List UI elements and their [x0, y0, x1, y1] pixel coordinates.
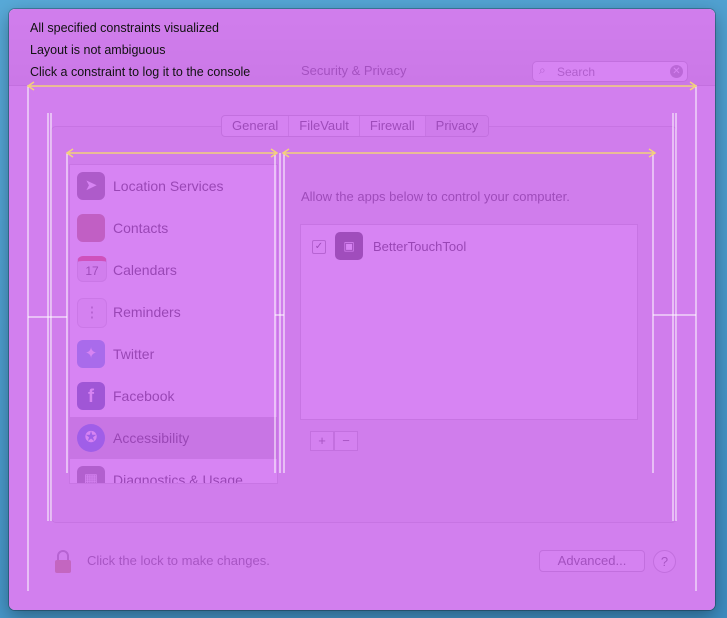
window: Security & Privacy ⌕ ✕ General FileVault… — [9, 9, 715, 610]
privacy-detail-panel: Allow the apps below to control your com… — [291, 164, 661, 482]
app-name: BetterTouchTool — [373, 239, 467, 254]
tab-filevault[interactable]: FileVault — [289, 116, 360, 136]
lock-icon[interactable] — [53, 550, 73, 574]
remove-app-button[interactable]: − — [334, 431, 358, 451]
tab-firewall[interactable]: Firewall — [360, 116, 426, 136]
lock-instruction: Click the lock to make changes. — [87, 553, 270, 568]
apps-list[interactable]: ✓ ▣ BetterTouchTool — [300, 224, 638, 420]
add-remove-controls: + − — [310, 431, 358, 451]
search-icon: ⌕ — [539, 63, 546, 77]
sidebar-item-label: Location Services — [113, 178, 224, 194]
sidebar-item-label: Twitter — [113, 346, 155, 362]
sidebar-item-twitter[interactable]: ✦ Twitter — [70, 333, 277, 375]
help-button[interactable]: ? — [653, 550, 676, 573]
sidebar-item-label: Facebook — [113, 388, 175, 404]
sidebar-item-location-services[interactable]: ➤ Location Services — [70, 165, 277, 207]
privacy-category-list[interactable]: ➤ Location Services Contacts 17 Calendar… — [69, 164, 278, 484]
allow-apps-description: Allow the apps below to control your com… — [301, 189, 570, 204]
constraints-visualized-message: All specified constraints visualized — [30, 21, 219, 35]
location-arrow-icon: ➤ — [77, 172, 105, 200]
app-enabled-checkbox[interactable]: ✓ — [312, 240, 326, 254]
sidebar-item-label: Accessibility — [113, 430, 190, 446]
sidebar-item-reminders[interactable]: ⋮ Reminders — [70, 291, 277, 333]
clear-search-icon[interactable]: ✕ — [670, 65, 683, 78]
reminders-icon: ⋮ — [77, 298, 107, 328]
add-app-button[interactable]: + — [310, 431, 334, 451]
sidebar-item-label: Diagnostics & Usage — [113, 472, 243, 484]
advanced-button[interactable]: Advanced... — [539, 550, 645, 572]
facebook-icon: f — [77, 382, 105, 410]
calendar-icon: 17 — [77, 256, 107, 282]
sidebar-item-diagnostics-usage[interactable]: ▦ Diagnostics & Usage — [70, 459, 277, 484]
tab-privacy[interactable]: Privacy — [425, 116, 489, 136]
search-input[interactable] — [555, 63, 667, 80]
sidebar-item-calendars[interactable]: 17 Calendars — [70, 249, 277, 291]
sidebar-item-label: Contacts — [113, 220, 169, 236]
list-item[interactable]: ✓ ▣ BetterTouchTool — [301, 231, 637, 261]
sidebar-item-label: Calendars — [113, 262, 177, 278]
search-field[interactable]: ⌕ ✕ — [532, 61, 688, 82]
bettertouchtool-icon: ▣ — [335, 232, 363, 260]
diagnostics-icon: ▦ — [77, 466, 105, 483]
window-title: Security & Privacy — [301, 63, 407, 78]
tab-bar: General FileVault Firewall Privacy — [221, 115, 490, 137]
constraint-messages: All specified constraints visualized Lay… — [30, 21, 250, 87]
contacts-book-icon — [77, 214, 105, 242]
sidebar-item-contacts[interactable]: Contacts — [70, 207, 277, 249]
sidebar-item-facebook[interactable]: f Facebook — [70, 375, 277, 417]
twitter-bird-icon: ✦ — [77, 340, 105, 368]
tab-general[interactable]: General — [222, 116, 290, 136]
sidebar-item-label: Reminders — [113, 304, 181, 320]
layout-ambiguity-message: Layout is not ambiguous — [30, 43, 166, 57]
log-constraint-message[interactable]: Click a constraint to log it to the cons… — [30, 65, 250, 87]
accessibility-person-icon: ✪ — [77, 424, 105, 452]
sidebar-item-accessibility[interactable]: ✪ Accessibility — [70, 417, 277, 459]
